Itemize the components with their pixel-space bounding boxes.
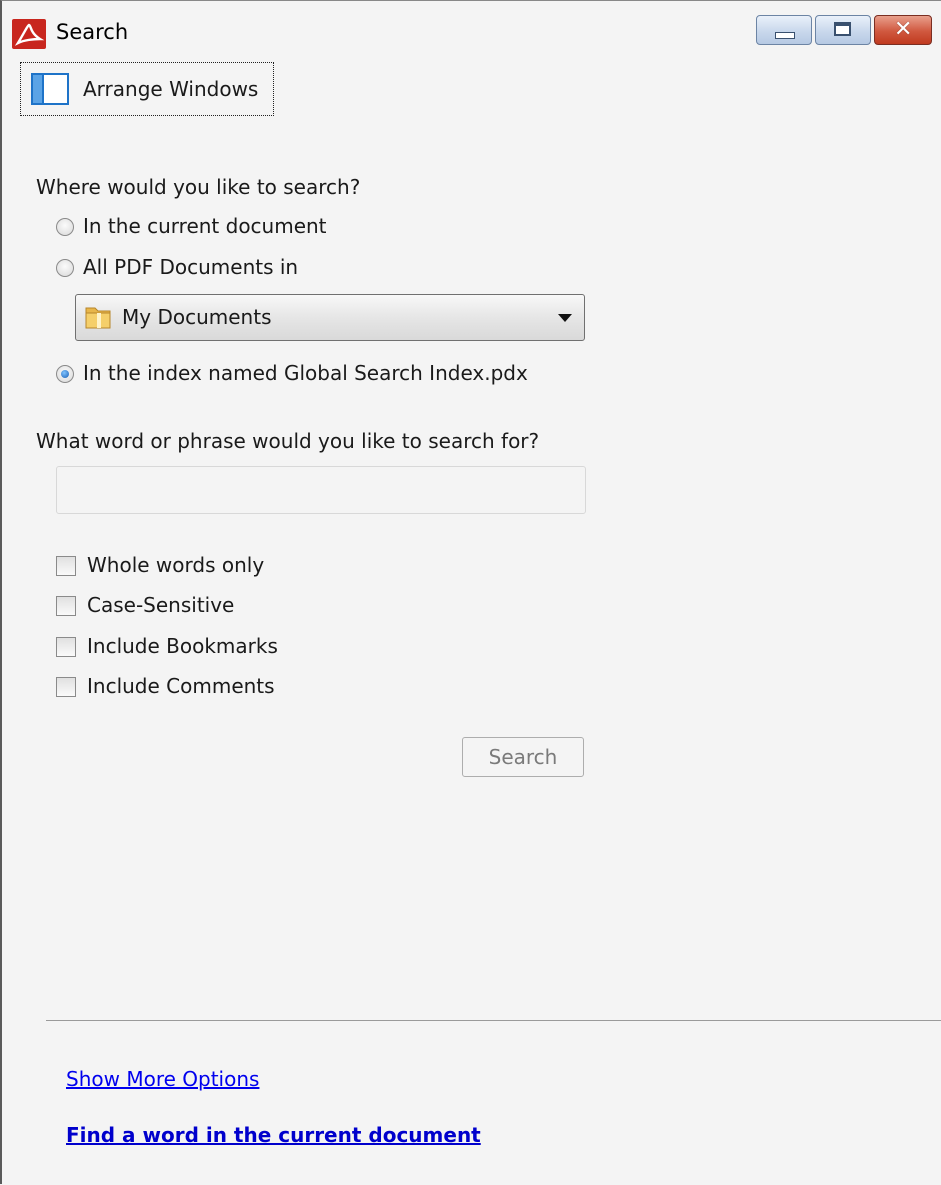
checkbox-label: Include Comments [87,674,275,698]
maximize-button[interactable] [815,15,871,45]
arrange-windows-label: Arrange Windows [83,77,259,101]
folder-icon [85,307,111,329]
acrobat-app-icon [12,19,46,49]
show-more-options-link[interactable]: Show More Options [66,1067,259,1091]
window-title: Search [56,20,129,44]
chevron-down-icon [558,314,572,322]
radio-button[interactable] [56,365,74,383]
divider [46,1020,941,1021]
checkbox-label: Whole words only [87,553,265,577]
checkbox-label: Include Bookmarks [87,634,278,658]
arrange-windows-icon [31,73,69,105]
checkbox[interactable] [56,556,76,576]
folder-dropdown[interactable]: My Documents [75,294,585,341]
find-word-current-document-link[interactable]: Find a word in the current document [66,1123,481,1147]
radio-label: All PDF Documents in [83,255,299,279]
checkbox[interactable] [56,596,76,616]
close-button[interactable]: ✕ [874,15,932,45]
checkbox-label: Case-Sensitive [87,593,235,617]
search-window: Search ✕ Arrange Windows Where would you… [0,0,941,1184]
radio-label: In the current document [83,214,327,238]
folder-dropdown-value: My Documents [122,305,272,329]
close-icon: ✕ [894,17,913,42]
arrange-windows-button[interactable]: Arrange Windows [20,62,274,116]
search-phrase-input[interactable] [56,466,586,514]
search-button[interactable]: Search [462,737,584,777]
checkbox[interactable] [56,677,76,697]
what-question: What word or phrase would you like to se… [36,429,540,453]
radio-button[interactable] [56,218,74,236]
checkbox[interactable] [56,637,76,657]
title-bar[interactable]: Search ✕ [2,1,941,63]
minimize-icon [775,32,795,39]
maximize-icon [834,22,851,36]
radio-label: In the index named Global Search Index.p… [83,361,528,385]
where-question: Where would you like to search? [36,175,361,199]
minimize-button[interactable] [756,15,812,45]
radio-button[interactable] [56,259,74,277]
